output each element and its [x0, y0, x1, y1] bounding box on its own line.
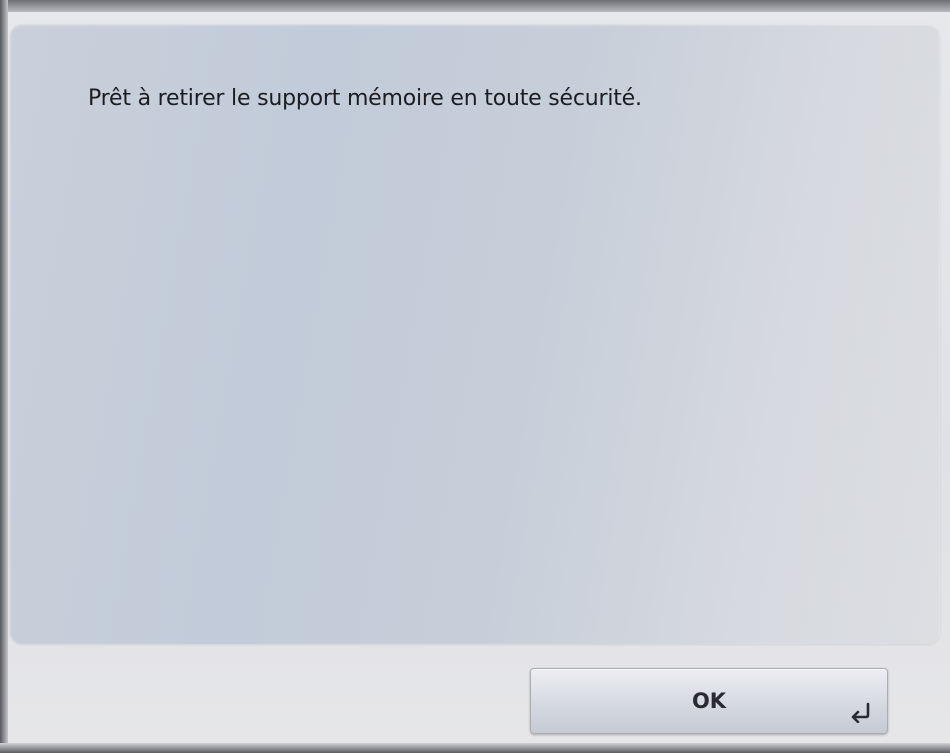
message-panel: Prêt à retirer le support mémoire en tou…: [10, 24, 940, 644]
screen-bezel-left: [0, 0, 8, 753]
screen-bezel-top: [0, 0, 950, 12]
printer-touch-screen: Prêt à retirer le support mémoire en tou…: [0, 0, 950, 753]
ok-button-label: OK: [691, 689, 727, 713]
ok-button[interactable]: OK: [530, 668, 888, 734]
dialog-message: Prêt à retirer le support mémoire en tou…: [88, 86, 642, 111]
screen-bezel-bottom: [0, 743, 950, 753]
enter-icon: [851, 702, 870, 723]
